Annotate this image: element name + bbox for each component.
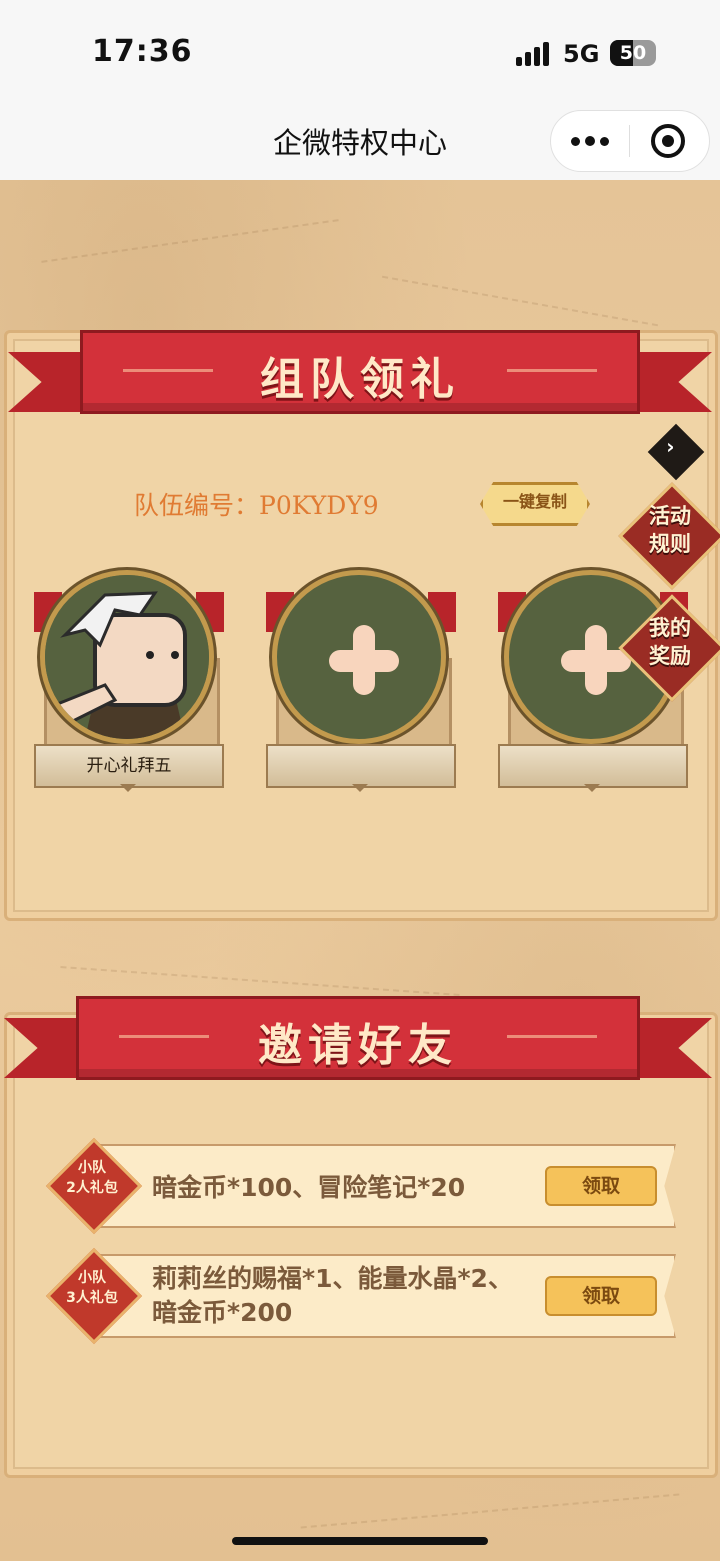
home-indicator[interactable]	[232, 1537, 488, 1545]
activity-rules-button[interactable]: 活动 规则	[618, 482, 720, 590]
team-id-label: 队伍编号：P0KYDY9	[134, 491, 379, 520]
reward-description: 暗金币*100、冒险笔记*20	[152, 1173, 466, 1202]
team-banner: 组队领礼	[8, 330, 712, 420]
reward-badge: 小队 2人礼包	[45, 1137, 143, 1235]
battery-icon: 50	[610, 40, 656, 66]
invite-banner: 邀请好友	[4, 996, 712, 1086]
avatar-illustration	[45, 575, 209, 739]
my-rewards-label: 我的 奖励	[649, 616, 691, 668]
member-slot-2[interactable]	[266, 568, 456, 798]
reward-badge-label: 小队 3人礼包	[66, 1270, 118, 1306]
copy-team-id-button[interactable]: 一键复制	[480, 482, 590, 526]
reward-badge-label: 小队 2人礼包	[66, 1160, 118, 1196]
status-time: 17:36	[92, 34, 193, 69]
reward-badge: 小队 3人礼包	[45, 1247, 143, 1345]
close-target-icon[interactable]	[651, 124, 685, 158]
my-rewards-button[interactable]: 我的 奖励	[618, 594, 720, 702]
member-avatar	[40, 570, 214, 744]
team-banner-title: 组队领礼	[260, 354, 460, 405]
status-bar: 17:36 5G 50	[0, 0, 720, 100]
reward-description: 莉莉丝的赐福*1、能量水晶*2、 暗金币*200	[152, 1264, 513, 1327]
add-member-button[interactable]	[272, 570, 446, 744]
banner-ribbon: 组队领礼	[80, 330, 640, 414]
battery-level: 50	[619, 42, 647, 64]
claim-button[interactable]: 领取	[545, 1276, 657, 1316]
member-name-plate	[266, 744, 456, 788]
reward-row: 小队 3人礼包 莉莉丝的赐福*1、能量水晶*2、 暗金币*200 领取	[45, 1247, 676, 1345]
chevron-right-icon: ›	[666, 434, 675, 459]
banner-ribbon: 邀请好友	[76, 996, 640, 1080]
nav-bar: 企微特权中心	[0, 100, 720, 180]
network-type: 5G	[563, 40, 600, 68]
member-name-plate: 开心礼拜五	[34, 744, 224, 788]
member-name: 开心礼拜五	[86, 756, 172, 776]
reward-row: 小队 2人礼包 暗金币*100、冒险笔记*20 领取	[45, 1137, 676, 1235]
member-name-plate	[498, 744, 688, 788]
invite-banner-title: 邀请好友	[258, 1020, 458, 1071]
more-dots-icon[interactable]	[571, 129, 611, 153]
activity-rules-label: 活动 规则	[649, 504, 691, 556]
capsule-divider	[629, 125, 630, 157]
claim-button[interactable]: 领取	[545, 1166, 657, 1206]
signal-icon	[516, 42, 554, 66]
member-slot-1[interactable]: 开心礼拜五	[34, 568, 224, 798]
mini-program-capsule	[550, 110, 710, 172]
